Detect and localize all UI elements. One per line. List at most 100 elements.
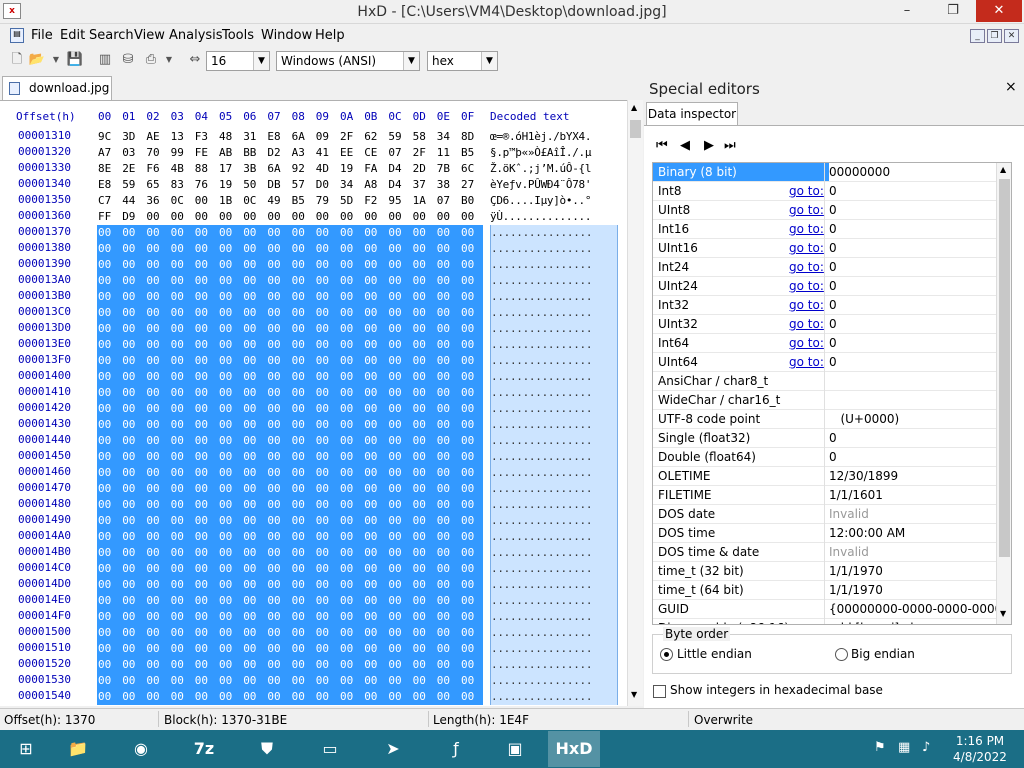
inspector-value[interactable]: 12:00:00 AM: [829, 524, 997, 542]
hex-byte[interactable]: 9C: [98, 129, 120, 145]
hex-byte[interactable]: 00: [219, 337, 241, 353]
inspector-row[interactable]: GUID {00000000-0000-0000-0000-0000: [653, 600, 997, 619]
hex-row[interactable]: 00001400 00 00 00 00 00 00 00 00 00 00 00 00 00 00 00 00…: [0, 369, 627, 385]
hex-byte[interactable]: 00: [170, 529, 193, 545]
hex-byte[interactable]: 00: [243, 257, 266, 273]
hex-byte[interactable]: 00: [122, 321, 145, 337]
hex-byte[interactable]: 6A: [267, 161, 289, 177]
hex-byte[interactable]: 00: [436, 433, 459, 449]
restore-button[interactable]: ❐: [930, 0, 976, 22]
hex-byte[interactable]: 00: [195, 209, 217, 225]
hex-byte[interactable]: D0: [316, 177, 338, 193]
hex-byte[interactable]: 00: [412, 337, 435, 353]
hex-byte[interactable]: 00: [98, 641, 120, 657]
inspector-value[interactable]: 1/1/1970: [829, 581, 997, 599]
hex-byte[interactable]: 00: [243, 385, 266, 401]
hex-byte[interactable]: 00: [219, 353, 241, 369]
hex-row[interactable]: 00001520 00 00 00 00 00 00 00 00 00 00 00 00 00 00 00 00…: [0, 657, 627, 673]
hex-byte[interactable]: 00: [194, 385, 217, 401]
hex-byte[interactable]: 00: [122, 609, 145, 625]
hex-byte[interactable]: 00: [364, 417, 387, 433]
hex-byte[interactable]: 57: [292, 177, 314, 193]
app-shield-icon[interactable]: ⛊: [241, 731, 293, 767]
hex-byte[interactable]: 00: [364, 225, 387, 241]
hex-byte[interactable]: 00: [461, 561, 483, 577]
inspector-row[interactable]: Int32 go to: 0: [653, 296, 997, 315]
hex-byte[interactable]: 00: [146, 209, 168, 225]
hex-byte[interactable]: 00: [364, 465, 387, 481]
hex-byte[interactable]: 00: [170, 497, 193, 513]
hex-byte[interactable]: 00: [436, 625, 459, 641]
hex-byte[interactable]: 00: [170, 545, 193, 561]
hex-byte[interactable]: 00: [340, 417, 362, 433]
hex-byte[interactable]: 00: [388, 209, 410, 225]
inspector-row[interactable]: UInt32 go to: 0: [653, 315, 997, 334]
hex-byte[interactable]: 00: [243, 433, 266, 449]
hex-byte[interactable]: 03: [122, 145, 144, 161]
hex-byte[interactable]: 00: [122, 305, 145, 321]
hex-byte[interactable]: 00: [243, 497, 266, 513]
inspector-value[interactable]: 1/1/1970: [829, 562, 997, 580]
hex-byte[interactable]: 00: [388, 337, 411, 353]
hex-byte[interactable]: 00: [291, 417, 314, 433]
hex-byte[interactable]: 00: [461, 305, 483, 321]
hex-byte[interactable]: 00: [219, 481, 241, 497]
hex-byte[interactable]: 00: [194, 609, 217, 625]
decoded-text[interactable]: ................: [490, 497, 618, 513]
hex-byte[interactable]: 44: [122, 193, 144, 209]
clock[interactable]: 1:16 PM 4/8/2022: [950, 733, 1010, 765]
hex-byte[interactable]: 09: [316, 129, 338, 145]
goto-link[interactable]: go to:: [789, 315, 824, 333]
hex-byte[interactable]: 00: [267, 417, 290, 433]
hex-row[interactable]: 00001320 A7 03 70 99 FE AB BB D2 A3 41 EE CE 07 2F 11 B5…: [0, 145, 627, 161]
hex-row[interactable]: 000014C0 00 00 00 00 00 00 00 00 00 00 00 00 00 00 00 00…: [0, 561, 627, 577]
hex-byte[interactable]: BB: [243, 145, 265, 161]
hex-byte[interactable]: 00: [461, 289, 483, 305]
hex-byte[interactable]: 00: [364, 385, 387, 401]
hex-byte[interactable]: 00: [219, 465, 241, 481]
7zip-icon[interactable]: 7z: [178, 731, 230, 767]
decoded-text[interactable]: èYeƒv.PÛWÐ4¨Ô78': [490, 177, 618, 193]
hex-byte[interactable]: 00: [461, 513, 483, 529]
goto-link[interactable]: go to:: [789, 220, 824, 238]
hex-byte[interactable]: 00: [315, 657, 338, 673]
menu-edit[interactable]: Edit: [60, 28, 85, 43]
hex-byte[interactable]: 00: [315, 689, 338, 705]
hex-byte[interactable]: 00: [315, 369, 338, 385]
hex-byte[interactable]: 00: [291, 577, 314, 593]
hex-byte[interactable]: 00: [170, 273, 193, 289]
hex-byte[interactable]: 00: [291, 289, 314, 305]
scroll-up-icon[interactable]: ▲: [631, 103, 637, 112]
mdi-minimize-button[interactable]: _: [970, 29, 985, 43]
decoded-text[interactable]: §.p™þ«»Ò£AîÎ./.µ: [490, 145, 618, 161]
hex-byte[interactable]: 00: [412, 385, 435, 401]
hex-byte[interactable]: A3: [292, 145, 314, 161]
hex-byte[interactable]: 00: [146, 241, 169, 257]
hex-byte[interactable]: 00: [315, 385, 338, 401]
hex-byte[interactable]: 00: [267, 241, 290, 257]
hex-byte[interactable]: 00: [461, 465, 483, 481]
hex-byte[interactable]: 79: [316, 193, 338, 209]
decoded-text[interactable]: ................: [490, 369, 618, 385]
hex-byte[interactable]: 70: [146, 145, 168, 161]
hex-byte[interactable]: 34: [437, 129, 459, 145]
decoded-text[interactable]: ................: [490, 609, 618, 625]
hex-byte[interactable]: 27: [461, 177, 483, 193]
hex-byte[interactable]: FE: [195, 145, 217, 161]
hex-byte[interactable]: 00: [291, 545, 314, 561]
hex-byte[interactable]: 00: [98, 225, 120, 241]
menu-search[interactable]: Search: [89, 28, 134, 43]
hex-byte[interactable]: D4: [388, 161, 410, 177]
hex-byte[interactable]: 00: [170, 449, 193, 465]
goto-link[interactable]: go to:: [789, 277, 824, 295]
hex-byte[interactable]: 00: [243, 625, 266, 641]
hex-byte[interactable]: 00: [243, 465, 266, 481]
hex-byte[interactable]: 00: [461, 209, 483, 225]
hex-byte[interactable]: 00: [412, 513, 435, 529]
inspector-row[interactable]: Single (float32) 0: [653, 429, 997, 448]
hex-byte[interactable]: 34: [340, 177, 362, 193]
hex-byte[interactable]: 00: [364, 625, 387, 641]
hex-byte[interactable]: 00: [340, 401, 362, 417]
hex-byte[interactable]: 65: [146, 177, 168, 193]
hex-byte[interactable]: 00: [194, 497, 217, 513]
